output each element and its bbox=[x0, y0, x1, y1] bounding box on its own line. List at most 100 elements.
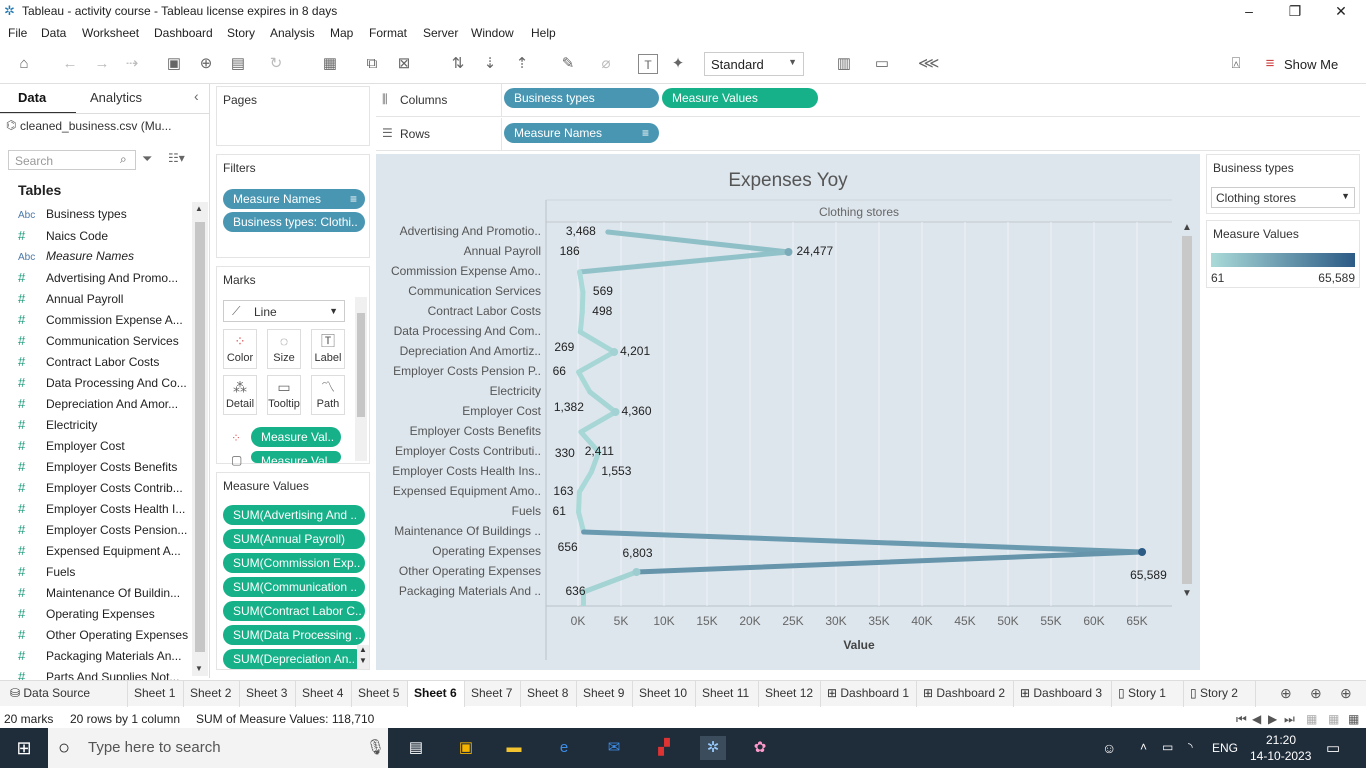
sheet-tab[interactable]: Sheet 4 bbox=[296, 681, 352, 707]
sheet-tab[interactable]: Sheet 9 bbox=[577, 681, 633, 707]
rows-pill-measure-names[interactable]: Measure Names ≡ bbox=[504, 123, 659, 143]
store-icon[interactable]: ▣ bbox=[454, 736, 478, 760]
grid-view-icon[interactable]: ▦ bbox=[1328, 712, 1339, 726]
sheet-tab[interactable]: ⊞ Dashboard 3 bbox=[1014, 681, 1112, 707]
task-view-icon[interactable]: ▤ bbox=[404, 736, 428, 760]
taskbar-search[interactable]: ○ Type here to search 🎙 bbox=[48, 728, 388, 768]
row-label[interactable]: Employer Costs Pension P.. bbox=[376, 364, 541, 378]
new-worksheet-icon[interactable]: ▦ bbox=[320, 54, 340, 74]
filter-icon[interactable]: ⏷ bbox=[142, 151, 152, 167]
line-point[interactable] bbox=[610, 348, 619, 356]
pin-icon[interactable]: ✦ bbox=[668, 54, 688, 74]
new-worksheet-tab-icon[interactable]: ⊕ bbox=[1280, 685, 1292, 702]
show-labels-icon[interactable]: T bbox=[638, 54, 658, 74]
field-item[interactable]: # Advertising And Promo... bbox=[18, 267, 190, 288]
columns-pill-business-types[interactable]: Business types bbox=[504, 88, 659, 108]
row-label[interactable]: Operating Expenses bbox=[376, 544, 541, 558]
field-item[interactable]: # Packaging Materials An... bbox=[18, 645, 190, 666]
business-types-select[interactable]: Clothing stores ▼ bbox=[1211, 187, 1355, 208]
field-item[interactable]: # Annual Payroll bbox=[18, 288, 190, 309]
field-item[interactable]: # Employer Costs Health I... bbox=[18, 498, 190, 519]
sheet-tab[interactable]: ▯ Story 1 bbox=[1112, 681, 1184, 707]
mail-icon[interactable]: ✉ bbox=[602, 736, 626, 760]
sheet-tab[interactable]: Sheet 12 bbox=[759, 681, 821, 707]
pause-updates-icon[interactable]: ▤ bbox=[228, 54, 248, 74]
field-item[interactable]: # Employer Costs Benefits bbox=[18, 456, 190, 477]
menu-analysis[interactable]: Analysis bbox=[270, 26, 315, 40]
marks-scrollbar[interactable] bbox=[355, 297, 367, 461]
detail-button[interactable]: ⁂ Detail bbox=[223, 375, 257, 415]
row-label[interactable]: Maintenance Of Buildings .. bbox=[376, 524, 541, 538]
pages-card[interactable]: Pages bbox=[216, 86, 370, 146]
nav-next-icon[interactable]: ▶ bbox=[1268, 712, 1277, 726]
menu-help[interactable]: Help bbox=[531, 26, 556, 40]
sheet-tab[interactable]: Sheet 6 bbox=[408, 681, 465, 707]
home-icon[interactable]: ⌂ bbox=[14, 54, 34, 74]
sheet-tab[interactable]: Sheet 8 bbox=[521, 681, 577, 707]
menu-server[interactable]: Server bbox=[423, 26, 458, 40]
clock-date[interactable]: 14-10-2023 bbox=[1250, 749, 1311, 763]
line-point[interactable] bbox=[1138, 548, 1147, 556]
format-icon[interactable]: ⍓ bbox=[1226, 54, 1246, 74]
field-item[interactable]: # Expensed Equipment A... bbox=[18, 540, 190, 561]
field-item[interactable]: # Data Processing And Co... bbox=[18, 372, 190, 393]
size-button[interactable]: ◌ Size bbox=[267, 329, 301, 369]
datasource-name[interactable]: cleaned_business.csv (Mu... bbox=[20, 119, 171, 133]
path-button[interactable]: 〽 Path bbox=[311, 375, 345, 415]
sheet-tab[interactable]: ⊞ Dashboard 1 bbox=[821, 681, 917, 707]
label-button[interactable]: 🅃 Label bbox=[311, 329, 345, 369]
chart-view[interactable]: Expenses Yoy Clothing stores Advertising… bbox=[376, 154, 1200, 670]
microphone-icon[interactable]: 🎙 bbox=[366, 728, 385, 768]
row-label[interactable]: Employer Costs Benefits bbox=[376, 424, 541, 438]
field-item[interactable]: Abc Business types bbox=[18, 204, 190, 225]
columns-pill-measure-values[interactable]: Measure Values bbox=[662, 88, 818, 108]
measure-value-pill[interactable]: SUM(Annual Payroll) bbox=[223, 529, 365, 549]
field-list-scrollbar[interactable]: ▲ ▼ bbox=[192, 202, 208, 676]
field-item[interactable]: # Employer Cost bbox=[18, 435, 190, 456]
group-icon[interactable]: ⌀ bbox=[596, 54, 616, 74]
sheet-tab[interactable]: Sheet 2 bbox=[184, 681, 240, 707]
duplicate-icon[interactable]: ⧉ bbox=[362, 54, 382, 74]
field-item[interactable]: # Fuels bbox=[18, 561, 190, 582]
show-me-label[interactable]: Show Me bbox=[1284, 57, 1338, 72]
chart-scrollbar[interactable]: ▲ ▼ bbox=[1178, 222, 1194, 606]
menu-map[interactable]: Map bbox=[330, 26, 353, 40]
field-item[interactable]: # Commission Expense A... bbox=[18, 309, 190, 330]
highlight-icon[interactable]: ✎ bbox=[558, 54, 578, 74]
wifi-icon[interactable]: ◝ bbox=[1188, 740, 1193, 754]
minimize-icon[interactable]: – bbox=[1226, 0, 1272, 22]
field-item[interactable]: # Naics Code bbox=[18, 225, 190, 246]
tableau-taskbar-icon[interactable]: ✲ bbox=[700, 736, 726, 760]
row-label[interactable]: Packaging Materials And .. bbox=[376, 584, 541, 598]
restore-icon[interactable]: ❐ bbox=[1272, 0, 1318, 22]
paint-icon[interactable]: ✿ bbox=[748, 736, 772, 760]
new-datasource-icon[interactable]: ⊕ bbox=[196, 54, 216, 74]
measure-value-pill[interactable]: SUM(Advertising And .. bbox=[223, 505, 365, 525]
sheet-tab[interactable]: ⛁ Data Source bbox=[4, 681, 128, 707]
row-label[interactable]: Employer Costs Contributi.. bbox=[376, 444, 541, 458]
presentation-icon[interactable]: ▭ bbox=[872, 54, 892, 74]
new-story-tab-icon[interactable]: ⊕ bbox=[1340, 685, 1352, 702]
sheet-tab[interactable]: ▯ Story 2 bbox=[1184, 681, 1256, 707]
row-label[interactable]: Communication Services bbox=[376, 284, 541, 298]
row-label[interactable]: Fuels bbox=[376, 504, 541, 518]
field-item[interactable]: Abc Measure Names bbox=[18, 246, 190, 267]
acrobat-icon[interactable]: ▞ bbox=[652, 736, 676, 760]
row-label[interactable]: Contract Labor Costs bbox=[376, 304, 541, 318]
menu-format[interactable]: Format bbox=[369, 26, 407, 40]
people-icon[interactable]: ☺ bbox=[1102, 740, 1116, 756]
measure-value-pill[interactable]: SUM(Communication .. bbox=[223, 577, 365, 597]
notifications-icon[interactable]: ▭ bbox=[1326, 739, 1340, 757]
show-me-icon[interactable]: ≡ bbox=[1260, 54, 1280, 74]
line-point[interactable] bbox=[632, 568, 641, 576]
menu-data[interactable]: Data bbox=[41, 26, 66, 40]
field-item[interactable]: # Maintenance Of Buildin... bbox=[18, 582, 190, 603]
tabs-view-icon[interactable]: ▦ bbox=[1348, 712, 1359, 726]
refresh-icon[interactable]: ↻ bbox=[266, 54, 286, 74]
field-item[interactable]: # Electricity bbox=[18, 414, 190, 435]
sheet-tab[interactable]: ⊞ Dashboard 2 bbox=[917, 681, 1014, 707]
chevron-up-icon[interactable]: ˄ bbox=[1140, 740, 1147, 754]
tab-data[interactable]: Data bbox=[18, 90, 46, 105]
measure-value-pill[interactable]: SUM(Commission Exp.. bbox=[223, 553, 365, 573]
mv-scrollbar[interactable]: ▲ ▼ bbox=[357, 645, 369, 669]
